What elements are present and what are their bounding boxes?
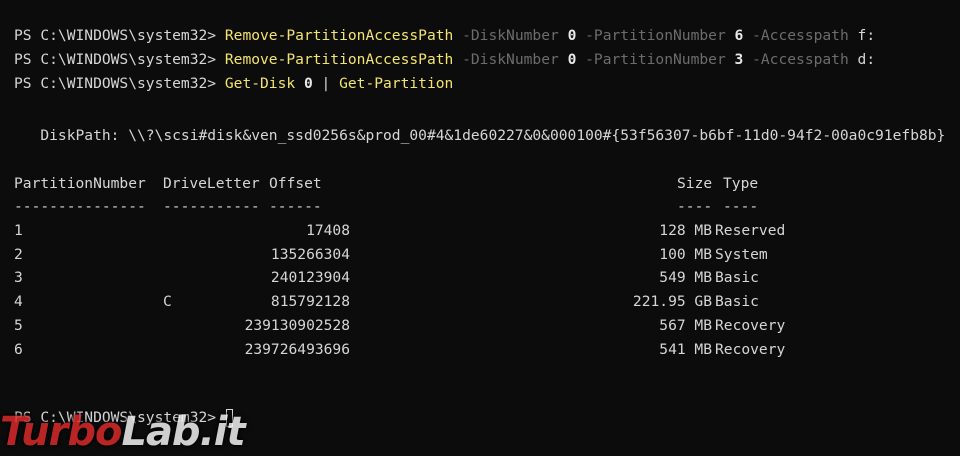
cell-size: 221.95 GB [632,293,712,310]
dash-drive-letter: ----------- [163,198,260,215]
header-partition-number: PartitionNumber [14,175,146,192]
cell-type: Basic [715,269,759,286]
header-offset: Offset [269,175,322,192]
cell-size: 549 MB [659,269,712,286]
cell-partition-number: 1 [14,222,23,239]
cell-partition-number: 2 [14,246,23,263]
prompt: PS C:\WINDOWS\system32> [14,75,225,92]
cell-offset: 239130902528 [244,317,350,334]
dash-type: ---- [723,198,759,215]
parameter-name: -DiskNumber [453,51,568,68]
parameter-value: d: [857,51,876,68]
header-size: Size [677,175,713,192]
cell-partition-number: 6 [14,341,23,358]
cell-type: System [715,246,768,263]
cell-type: Basic [715,293,759,310]
cell-partition-number: 5 [14,317,23,334]
watermark-logo: TurboLab.it [0,408,250,456]
header-type: Type [723,175,759,192]
cell-offset: 815792128 [270,293,350,310]
cell-size: 128 MB [659,222,712,239]
cmdlet-name: Get-Partition [339,75,454,92]
parameter-name: -PartitionNumber [576,51,735,68]
parameter-value: 0 [295,75,322,92]
cell-drive-letter: C [163,293,172,310]
cell-size: 541 MB [659,341,712,358]
cell-type: Reserved [715,222,786,239]
pipe-operator: | [321,75,340,92]
disk-path: DiskPath: \\?\scsi#disk&ven_ssd0256s&pro… [14,127,946,144]
dash-size: ---- [677,198,713,215]
parameter-value: 3 [734,51,744,68]
cell-size: 567 MB [659,317,712,334]
header-drive-letter: DriveLetter [163,175,260,192]
dash-offset: ------ [269,198,322,215]
watermark-part-1: Turbo [0,409,122,455]
cell-offset: 17408 [306,222,350,239]
command-line-3: PS C:\WINDOWS\system32> Get-Disk 0 | Get… [14,57,453,92]
watermark-part-2: Lab.it [121,409,245,455]
cell-type: Recovery [715,317,786,334]
command-line-1: PS C:\WINDOWS\system32> Remove-Partition… [14,9,875,44]
cell-size: 100 MB [659,246,712,263]
dash-partition-number: --------------- [14,198,146,215]
cmdlet-name: Get-Disk [224,75,296,92]
parameter-name: -Accesspath [743,51,858,68]
cell-partition-number: 4 [14,293,23,310]
cell-offset: 239726493696 [244,341,350,358]
cell-offset: 135266304 [270,246,350,263]
cell-type: Recovery [715,341,786,358]
command-line-2: PS C:\WINDOWS\system32> Remove-Partition… [14,33,875,68]
cell-partition-number: 3 [14,269,23,286]
cell-offset: 240123904 [270,269,350,286]
